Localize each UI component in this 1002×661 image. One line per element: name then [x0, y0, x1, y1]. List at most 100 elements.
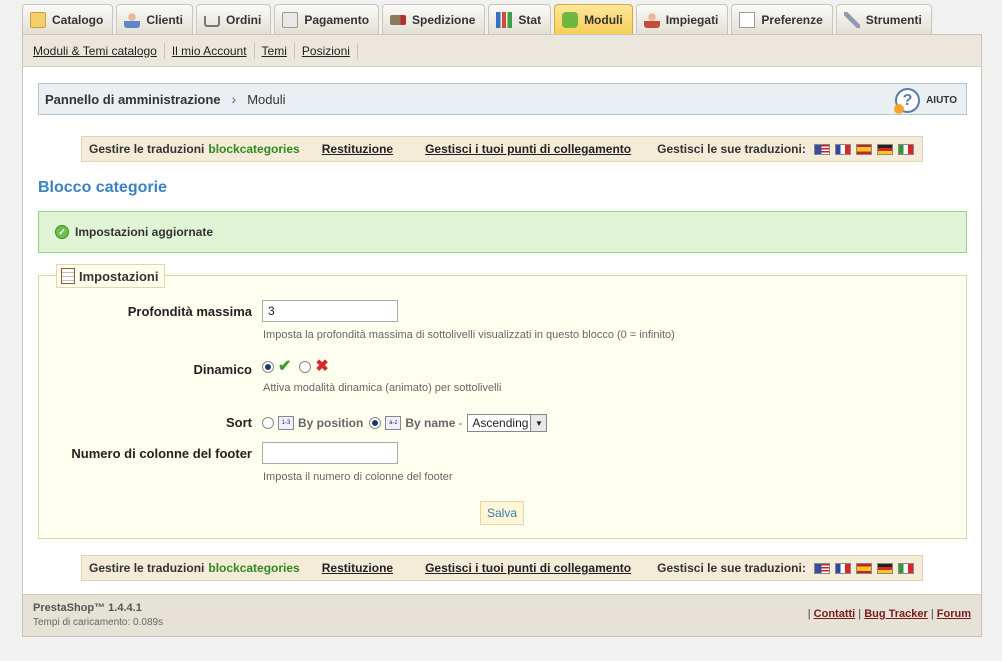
footer-link-bugtracker[interactable]: Bug Tracker [864, 608, 928, 620]
sort-dash: - [458, 416, 463, 430]
cross-icon: ✖ [315, 358, 329, 375]
translations-module-name: blockcategories [208, 561, 300, 575]
hooks-link[interactable]: Gestisci i tuoi punti di collegamento [425, 142, 631, 156]
chevron-down-icon: ▼ [530, 415, 547, 431]
tab-label: Moduli [584, 13, 623, 27]
sort-position-icon: 1-3 [278, 416, 294, 430]
document-icon [61, 268, 75, 284]
flag-es-icon[interactable] [855, 562, 872, 574]
success-text: Impostazioni aggiornate [75, 225, 214, 239]
translations-bar-top: Gestire le traduzioni blockcategories Re… [81, 136, 923, 162]
tab-impiegati[interactable]: Impiegati [635, 4, 729, 35]
hooks-link[interactable]: Gestisci i tuoi punti di collegamento [425, 561, 631, 575]
tab-moduli[interactable]: Moduli [554, 4, 633, 35]
sort-name-icon: a-z [385, 416, 402, 430]
footer-separator: | [807, 608, 811, 620]
flag-de-icon[interactable] [876, 562, 893, 574]
version-text: PrestaShop™ 1.4.4.1 [33, 602, 142, 614]
subtab-catalog[interactable]: Moduli & Temi catalogo [26, 42, 165, 59]
tab-spedizione[interactable]: Spedizione [382, 4, 486, 35]
tab-label: Stat [518, 13, 542, 27]
customers-icon [124, 12, 141, 28]
footer-separator: | [930, 608, 934, 620]
tab-ordini[interactable]: Ordini [196, 4, 272, 35]
tab-label: Catalogo [52, 13, 104, 27]
load-time-text: Tempi di caricamento: 0.089s [33, 617, 164, 628]
stats-icon [496, 12, 513, 28]
help-label: AIUTO [926, 95, 957, 106]
footer-columns-input[interactable] [262, 442, 398, 464]
tab-label: Clienti [146, 13, 184, 27]
sort-name-label: By name [405, 416, 456, 430]
footer-link-forum[interactable]: Forum [937, 608, 971, 620]
manage-translations-label: Gestisci le sue traduzioni: [657, 561, 806, 575]
footer-link-contacts[interactable]: Contatti [814, 608, 856, 620]
module-title: Blocco categorie [38, 179, 167, 196]
tab-pagamento[interactable]: Pagamento [274, 4, 380, 35]
tab-catalogo[interactable]: Catalogo [22, 4, 114, 35]
tab-clienti[interactable]: Clienti [116, 4, 194, 35]
subtab-positions[interactable]: Posizioni [295, 42, 358, 59]
footer-columns-help: Imposta il numero di colonne del footer [263, 471, 453, 483]
settings-legend: Impostazioni [56, 264, 166, 288]
dynamic-help: Attiva modalità dinamica (animato) per s… [263, 382, 502, 394]
check-icon: ✔ [278, 358, 292, 375]
main-container: Moduli & Temi catalogo Il mio Account Te… [22, 34, 982, 637]
flag-es-icon[interactable] [855, 143, 872, 155]
save-button[interactable]: Salva [480, 501, 524, 525]
tab-label: Ordini [226, 13, 262, 27]
chevron-right-icon: › [231, 91, 237, 107]
breadcrumb: Pannello di amministrazione › Moduli ? A… [38, 83, 967, 115]
dynamic-yes-radio[interactable] [262, 361, 274, 373]
success-message: ✓ Impostazioni aggiornate [38, 211, 967, 253]
max-depth-input[interactable] [262, 300, 398, 322]
puzzle-icon [562, 12, 579, 28]
payment-icon [282, 12, 299, 28]
sort-position-label: By position [298, 416, 364, 430]
dynamic-no-radio[interactable] [299, 361, 312, 373]
sort-options: 1-3 By position a-z By name - Ascending … [262, 414, 548, 432]
tab-preferenze[interactable]: Preferenze [731, 4, 833, 35]
dynamic-options: ✔ ✖ [262, 358, 329, 375]
flag-fr-icon[interactable] [834, 143, 851, 155]
breadcrumb-root[interactable]: Pannello di amministrazione [45, 92, 221, 107]
translations-prefix: Gestire le traduzioni [89, 561, 205, 575]
tab-label: Preferenze [761, 13, 823, 27]
sort-position-radio[interactable] [262, 417, 274, 429]
main-tabs: Catalogo Clienti Ordini Pagamento Spediz… [22, 4, 935, 35]
sort-name-radio[interactable] [369, 417, 382, 429]
dynamic-label: Dinamico [193, 362, 252, 377]
translations-prefix: Gestire le traduzioni [89, 142, 205, 156]
preferences-icon [739, 12, 756, 28]
tab-strumenti[interactable]: Strumenti [835, 4, 932, 35]
settings-fieldset: Impostazioni Profondità massima Imposta … [38, 264, 967, 539]
max-depth-label: Profondità massima [127, 304, 252, 319]
restore-link[interactable]: Restituzione [322, 142, 393, 156]
folder-icon [30, 12, 46, 28]
sort-label: Sort [226, 415, 252, 430]
sort-direction-value: Ascending [472, 416, 529, 430]
flag-us-icon[interactable] [813, 143, 830, 155]
subtab-account[interactable]: Il mio Account [165, 42, 255, 59]
page-footer: PrestaShop™ 1.4.4.1 Tempi di caricamento… [23, 594, 981, 636]
flag-us-icon[interactable] [813, 562, 830, 574]
help-icon: ? [894, 88, 921, 114]
tab-stat[interactable]: Stat [488, 4, 552, 35]
sort-direction-select[interactable]: Ascending ▼ [467, 414, 548, 432]
flag-de-icon[interactable] [876, 143, 893, 155]
flag-it-icon[interactable] [897, 562, 914, 574]
check-circle-icon: ✓ [55, 225, 69, 239]
translations-bar-bottom: Gestire le traduzioni blockcategories Re… [81, 555, 923, 581]
subtab-bar: Moduli & Temi catalogo Il mio Account Te… [23, 35, 981, 67]
manage-translations-label: Gestisci le sue traduzioni: [657, 142, 806, 156]
tab-label: Impiegati [665, 13, 719, 27]
footer-separator: | [858, 608, 862, 620]
subtab-themes[interactable]: Temi [255, 42, 295, 59]
flag-fr-icon[interactable] [834, 562, 851, 574]
flag-it-icon[interactable] [897, 143, 914, 155]
truck-icon [390, 15, 407, 25]
flags-list [813, 143, 919, 155]
restore-link[interactable]: Restituzione [322, 561, 393, 575]
settings-legend-label: Impostazioni [79, 268, 159, 284]
help-button[interactable]: ? AIUTO [894, 88, 957, 114]
